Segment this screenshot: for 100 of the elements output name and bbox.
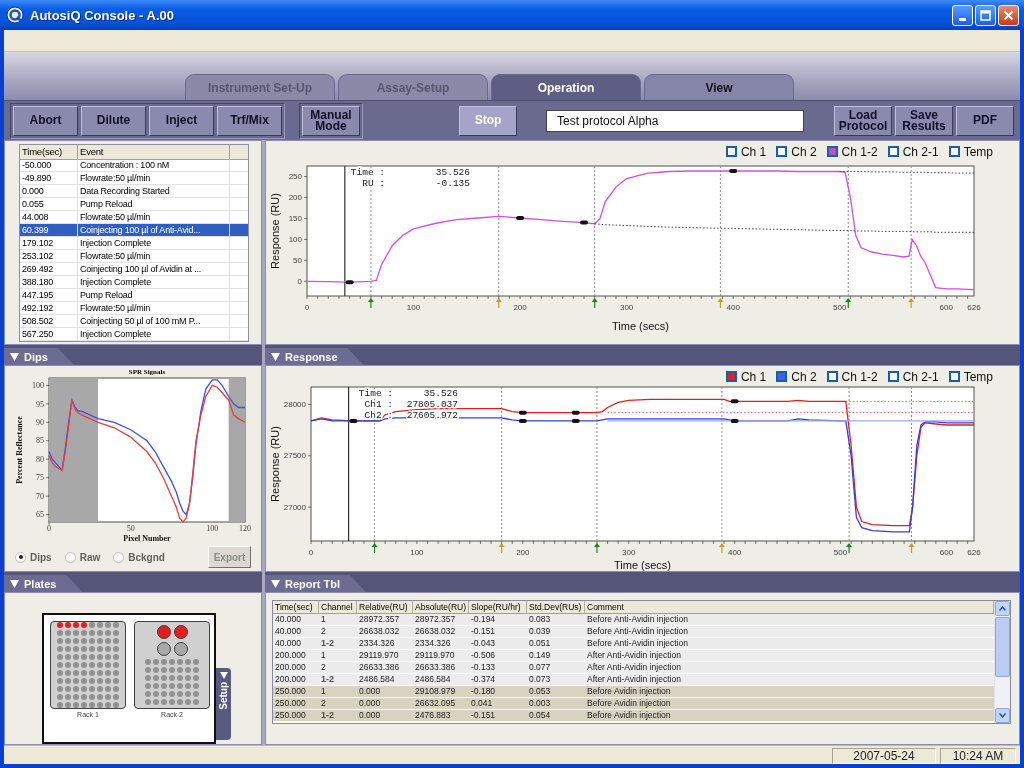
- channel-checkbox[interactable]: [725, 371, 737, 382]
- channel-checkbox[interactable]: [887, 371, 899, 382]
- collapse-icon[interactable]: [271, 579, 280, 588]
- table-cell: Pump Reload: [78, 289, 230, 301]
- table-row[interactable]: 40.000 1 28972.357 28972.357 -0.194 0.083 Before Anti-Avidin injection: [273, 614, 994, 626]
- channel-checkbox[interactable]: [826, 146, 838, 157]
- table-row[interactable]: 508.502 Coinjecting 50 µl of 100 mM P...: [20, 315, 248, 328]
- well[interactable]: [89, 622, 95, 628]
- toolbar-button[interactable]: PDF: [956, 105, 1014, 136]
- panel-header[interactable]: Report Tbl: [265, 575, 366, 592]
- column-header[interactable]: Std.Dev(RUs): [527, 601, 585, 614]
- minimize-button[interactable]: [952, 4, 973, 26]
- column-header[interactable]: Comment: [585, 601, 994, 614]
- collapse-icon[interactable]: [271, 352, 280, 361]
- channel-checkbox[interactable]: [725, 146, 737, 157]
- panel-header[interactable]: Dips: [4, 348, 74, 365]
- toolbar-button[interactable]: Dilute: [81, 105, 146, 136]
- collapse-icon[interactable]: [10, 579, 19, 588]
- channel-checkbox[interactable]: [826, 371, 838, 382]
- table-row[interactable]: -50.000 Concentration : 100 nM: [20, 159, 248, 172]
- toolbar-button[interactable]: Manual Mode: [302, 105, 360, 136]
- channel-checkbox[interactable]: [948, 371, 960, 382]
- table-row[interactable]: 253.102 Flowrate:50 µl/min: [20, 250, 248, 263]
- table-row[interactable]: 200.000 1 29119.970 29119.970 -0.506 0.149 After Anti-Avidin injection: [273, 650, 994, 662]
- cursor-line[interactable]: [348, 386, 350, 542]
- table-cell-text: 200.000: [274, 674, 307, 685]
- well[interactable]: [105, 622, 111, 628]
- table-row[interactable]: 492.192 Flowrate:50 µl/min: [20, 302, 248, 315]
- toolbar-button[interactable]: Save Results: [895, 105, 953, 136]
- toolbar-button[interactable]: Inject: [149, 105, 214, 136]
- channel-checkbox[interactable]: [776, 371, 788, 382]
- radio-button[interactable]: [64, 551, 76, 563]
- setup-tab[interactable]: Setup: [216, 668, 231, 740]
- well[interactable]: [65, 622, 71, 628]
- panel-title: Report Tbl: [285, 577, 340, 590]
- maximize-icon: [980, 9, 991, 21]
- vial-rack[interactable]: [134, 621, 210, 709]
- table-cell: Pump Reload: [78, 198, 230, 210]
- table-cell-text: -0.180: [470, 686, 497, 697]
- legend-label: Ch 1-2: [841, 369, 878, 384]
- table-cell-text: After Anti-Avidin injection: [586, 662, 682, 673]
- table-row[interactable]: 0.000 Data Recording Started: [20, 185, 248, 198]
- toolbar-button[interactable]: Load Protocol: [834, 105, 892, 136]
- column-header[interactable]: Channel: [319, 601, 357, 614]
- scroll-up-button[interactable]: [995, 601, 1010, 616]
- radio-button[interactable]: [15, 551, 26, 563]
- toolbar-button[interactable]: Abort: [13, 105, 78, 136]
- vial[interactable]: [173, 625, 188, 639]
- column-header[interactable]: Absolute(RU): [413, 601, 469, 614]
- table-row[interactable]: 40.000 2 26638.032 26638.032 -0.151 0.039 Before Anti-Avidin injection: [273, 626, 994, 638]
- vial[interactable]: [173, 642, 188, 656]
- scroll-thumb[interactable]: [995, 617, 1010, 677]
- x-axis: [48, 521, 50, 526]
- collapse-icon[interactable]: [219, 672, 228, 679]
- vial[interactable]: [156, 642, 171, 656]
- column-header[interactable]: Event: [78, 145, 230, 160]
- tab[interactable]: Operation: [491, 74, 641, 100]
- column-header[interactable]: Time(sec): [273, 601, 319, 614]
- column-header[interactable]: Relative(RU): [357, 601, 413, 614]
- channel-checkbox[interactable]: [776, 146, 788, 157]
- vial[interactable]: [156, 625, 171, 639]
- tab[interactable]: View: [644, 74, 794, 100]
- table-row[interactable]: 250.000 2 0.000 26632.095 0.041 0.003 Before Avidin injection: [273, 698, 994, 710]
- table-row[interactable]: 179.102 Injection Complete: [20, 237, 248, 250]
- well[interactable]: [81, 622, 87, 628]
- table-row[interactable]: 567.250 Injection Complete: [20, 328, 248, 341]
- table-row[interactable]: 0.055 Pump Reload: [20, 198, 248, 211]
- tick-label: 150: [288, 214, 302, 224]
- channel-checkbox[interactable]: [887, 146, 899, 157]
- well[interactable]: [113, 622, 119, 628]
- event-arrow-drawing: [495, 298, 502, 309]
- table-row[interactable]: 388.180 Injection Complete: [20, 276, 248, 289]
- table-row[interactable]: 60.399 Coinjecting 100 µl of Anti-Avid...: [20, 224, 248, 237]
- protocol-field[interactable]: Test protocol Alpha: [546, 109, 804, 132]
- scroll-down-button[interactable]: [995, 708, 1010, 723]
- well[interactable]: [97, 622, 103, 628]
- legend-label: Ch 1-2: [841, 144, 878, 159]
- column-header[interactable]: Slope(RU/hr): [469, 601, 527, 614]
- maximize-button[interactable]: [975, 4, 996, 26]
- table-row[interactable]: 40.000 1-2 2334.326 2334.326 -0.043 0.051 Before Anti-Avidin injection: [273, 638, 994, 650]
- well[interactable]: [73, 622, 79, 628]
- well-plate[interactable]: [50, 621, 126, 709]
- close-button[interactable]: [998, 4, 1019, 26]
- table-row[interactable]: 200.000 1-2 2486.584 2486.584 -0.374 0.073 After Anti-Avidin injection: [273, 674, 994, 686]
- collapse-icon[interactable]: [10, 352, 19, 361]
- scrollbar[interactable]: [994, 601, 1010, 723]
- panel-header[interactable]: Response: [265, 348, 364, 365]
- table-row[interactable]: 250.000 1 0.000 29108.979 -0.180 0.053 Before Avidin injection: [273, 686, 994, 698]
- channel-checkbox[interactable]: [948, 146, 960, 157]
- table-row[interactable]: -49.890 Flowrate:50 µl/min: [20, 172, 248, 185]
- table-row[interactable]: 269.492 Coinjecting 100 µl of Avidin at ...: [20, 263, 248, 276]
- toolbar-button[interactable]: Trf/Mix: [217, 105, 282, 136]
- well[interactable]: [57, 622, 63, 628]
- table-row[interactable]: 447.195 Pump Reload: [20, 289, 248, 302]
- table-row[interactable]: 200.000 2 26633.386 26633.386 -0.133 0.077 After Anti-Avidin injection: [273, 662, 994, 674]
- panel-header[interactable]: Plates: [4, 575, 83, 592]
- table-cell: Concentration : 100 nM: [78, 159, 230, 171]
- radio-button[interactable]: [113, 551, 125, 563]
- table-row[interactable]: 250.000 1-2 0.000 2476.883 -0.151 0.054 Before Avidin injection: [273, 710, 994, 722]
- column-header[interactable]: Time(sec): [20, 145, 78, 160]
